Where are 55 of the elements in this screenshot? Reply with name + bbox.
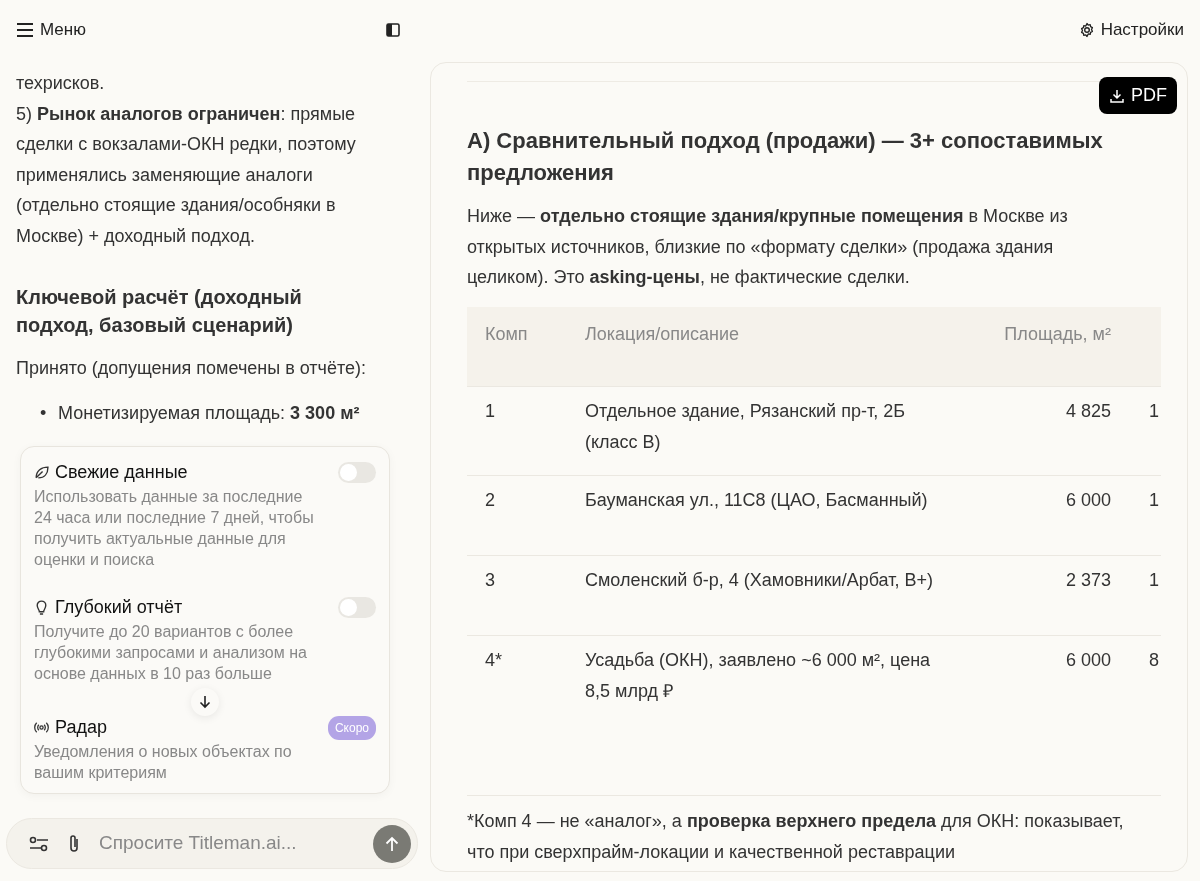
attach-icon[interactable] — [67, 833, 81, 854]
sidebar-toggle-icon[interactable] — [385, 23, 400, 37]
bullet-item: Монетизируемая площадь: 3 300 м² — [58, 401, 360, 425]
table-cell: 2 — [467, 475, 567, 556]
menu-button[interactable]: Меню — [16, 17, 86, 43]
table-cell: Бауманская ул., 11С8 (ЦАО, Басманный) — [567, 475, 967, 556]
chat-input[interactable]: Спросите Titleman.ai... — [6, 818, 418, 869]
table-cell: 1 — [1129, 386, 1161, 476]
column-header: Комп — [467, 306, 567, 387]
chat-paragraph: Принято (допущения помечены в отчёте): — [16, 357, 368, 380]
chat-paragraph: техрисков. — [16, 72, 106, 95]
option-description: Получите до 20 вариантов с более глубокими запросами и анализом на основе данных в 10 раз больше — [34, 622, 308, 684]
toggle-switch[interactable] — [338, 597, 376, 618]
table-cell: 3 — [467, 555, 567, 636]
sliders-icon[interactable] — [29, 835, 49, 852]
report-heading: A) Сравнительный подход (продажи) — 3+ сопоставимых предложения — [467, 127, 1104, 187]
table-cell: 1 — [467, 386, 567, 476]
option-title: Свежие данные — [55, 461, 188, 484]
table-cell: Усадьба (ОКН), заявлено ~6 000 м², цена 8,5 млрд ₽ — [567, 635, 967, 796]
radar-icon — [34, 720, 49, 735]
chat-heading: Ключевой расчёт (доходный подход, базовый сценарий) — [16, 285, 303, 338]
column-header: Площадь, м² — [967, 306, 1129, 387]
table-cell: 8 — [1129, 635, 1161, 796]
soon-badge: Скоро — [327, 715, 376, 740]
arrow-up-icon — [383, 834, 401, 853]
table-cell: 1 — [1129, 555, 1161, 636]
menu-icon — [16, 23, 34, 37]
table-cell: Смоленский б-р, 4 (Хамовники/Арбат, B+) — [567, 555, 967, 636]
column-header: Локация/описание — [567, 306, 967, 387]
table-cell: 1 — [1129, 475, 1161, 556]
scroll-down-button[interactable] — [191, 688, 219, 716]
leaf-icon — [34, 465, 49, 480]
option-title: Радар — [55, 716, 107, 739]
table-cell: 4 825 — [967, 386, 1129, 476]
table-cell: 4* — [467, 635, 567, 796]
report-paragraph: Ниже — отдельно стоящие здания/крупные помещения в Москве из открытых источников, близкие по «формату сделки» (продажа здания целиком). Это asking-цены, не фактические сделки. — [467, 205, 1069, 289]
settings-button[interactable]: Настройки — [1078, 17, 1184, 43]
settings-icon — [1078, 22, 1095, 38]
chat-input-field[interactable]: Спросите Titleman.ai... — [99, 829, 355, 858]
chat-paragraph: 5) Рынок аналогов ограничен: прямые сделки с вокзалами-ОКН редки, поэтому применялись заменяющие аналоги (отдельно стоящие здания/особняки в Москве) + доходный подход. — [16, 102, 357, 248]
lightbulb-icon — [34, 600, 49, 615]
table-cell: 6 000 — [967, 475, 1129, 556]
toggle-switch[interactable] — [338, 462, 376, 483]
arrow-down-icon — [198, 695, 212, 709]
download-icon — [1109, 87, 1125, 104]
pdf-download-button[interactable]: PDF — [1099, 77, 1177, 114]
report-paragraph: *Комп 4 — не «аналог», а проверка верхнего предела для ОКН: показывает, что при сверхпрайм-локации и качественной реставрации — [467, 810, 1125, 864]
table-cell: 2 373 — [967, 555, 1129, 636]
option-title: Глубокий отчёт — [55, 596, 183, 619]
option-description: Использовать данные за последние 24 часа или последние 7 дней, чтобы получить актуальные данные для оценки и поиска — [34, 487, 315, 570]
send-button[interactable] — [373, 824, 411, 863]
table-cell: Отдельное здание, Рязанский пр-т, 2Б (класс B) — [567, 386, 967, 476]
table-cell: 6 000 — [967, 635, 1129, 796]
option-description: Уведомления о новых объектах по вашим критериям — [34, 742, 293, 783]
bullet-marker: • — [40, 401, 48, 425]
